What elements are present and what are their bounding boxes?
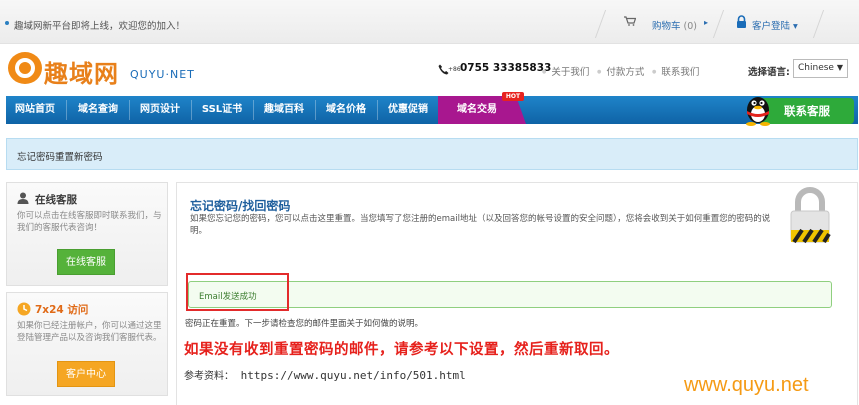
clock-icon	[17, 302, 31, 316]
online-support-text: 你可以点击在线客服即时联系我们，与我们的客服代表咨询！	[17, 211, 162, 233]
reset-note: 密码正在重置。下一步请检查您的邮件里面关于如何做的说明。	[185, 319, 424, 329]
nav-domain-price[interactable]: 域名价格	[316, 96, 376, 124]
language-label: 选择语言:	[748, 67, 790, 78]
logo-text: 趣域网	[44, 59, 119, 88]
site-notice: 趣域网新平台即将上线，欢迎您的加入！	[14, 21, 186, 32]
watermark: www.quyu.net	[684, 374, 809, 396]
notice-bullet-icon	[5, 21, 9, 25]
customer-center-button[interactable]: 客户中心	[57, 361, 115, 387]
divider	[812, 10, 825, 38]
logo-domain-text: QUYU·NET	[130, 68, 195, 81]
breadcrumb-text: 忘记密码重置新密码	[17, 152, 103, 163]
language-select[interactable]: Chinese ▼	[793, 59, 848, 78]
divider	[594, 10, 607, 38]
access-title: 7x24 访问	[35, 304, 89, 316]
warning-message: 如果没有收到重置密码的邮件，请参考以下设置，然后重新取回。	[184, 342, 619, 358]
nav-domain-search[interactable]: 域名查询	[68, 96, 128, 124]
about-us-link[interactable]: 关于我们	[542, 64, 589, 78]
online-support-title: 在线客服	[35, 194, 77, 206]
customer-login-dropdown[interactable]: 客户登陆 ▾	[752, 18, 798, 32]
page-description: 如果您忘记您的密码，您可以点击这里重置。当您填写了您注册的email地址（以及回…	[190, 214, 771, 236]
cart-icon[interactable]	[624, 16, 636, 26]
user-icon	[17, 192, 29, 204]
penguin-icon	[746, 97, 770, 126]
chevron-down-icon: ▼	[836, 63, 843, 72]
nav-home[interactable]: 网站首页	[6, 96, 64, 124]
breadcrumb: 忘记密码重置新密码	[6, 138, 858, 170]
main-nav: 网站首页 域名查询 网页设计 SSL证书 趣域百科 域名价格 优惠促销 域名交易	[6, 96, 858, 124]
cart-link[interactable]: 购物车 (0)	[652, 18, 697, 32]
chevron-right-icon: ▸	[704, 18, 709, 27]
logo-mark-icon	[8, 52, 42, 84]
hot-badge: HOT	[502, 92, 524, 101]
contact-support-button[interactable]: 联系客服	[760, 98, 854, 124]
phone-number: 0755 33385833	[460, 62, 552, 74]
nav-web-design[interactable]: 网页设计	[130, 96, 190, 124]
site-logo[interactable]: 趣域网 QUYU·NET	[8, 52, 208, 88]
nav-ssl[interactable]: SSL证书	[192, 96, 252, 124]
access-text: 如果你已经注册帐户，你可以通过这里登陆管理产品以及咨询我们客服代表。	[17, 321, 162, 343]
padlock-icon	[790, 187, 831, 244]
top-bar: 趣域网新平台即将上线，欢迎您的加入！ 购物车 (0) ▸ 客户登陆 ▾	[0, 0, 859, 44]
nav-promotions[interactable]: 优惠促销	[378, 96, 438, 124]
access-card: 7x24 访问 如果你已经注册帐户，你可以通过这里登陆管理产品以及咨询我们客服代…	[6, 292, 168, 396]
nav-wiki[interactable]: 趣域百科	[254, 96, 314, 124]
reference-link[interactable]: https://www.quyu.net/info/501.html	[241, 369, 466, 382]
reference-line: 参考资料： https://www.quyu.net/info/501.html	[184, 369, 466, 382]
phone-country-code: +86	[448, 66, 461, 73]
online-support-card: 在线客服 你可以点击在线客服即时联系我们，与我们的客服代表咨询！ 在线客服	[6, 182, 168, 286]
online-support-button[interactable]: 在线客服	[57, 249, 115, 275]
highlight-box	[186, 273, 289, 311]
lock-icon	[737, 15, 746, 28]
contact-us-link[interactable]: 联系我们	[652, 64, 699, 78]
payment-methods-link[interactable]: 付款方式	[597, 64, 644, 78]
divider	[712, 10, 725, 38]
page-title: 忘记密码/找回密码	[190, 199, 291, 213]
